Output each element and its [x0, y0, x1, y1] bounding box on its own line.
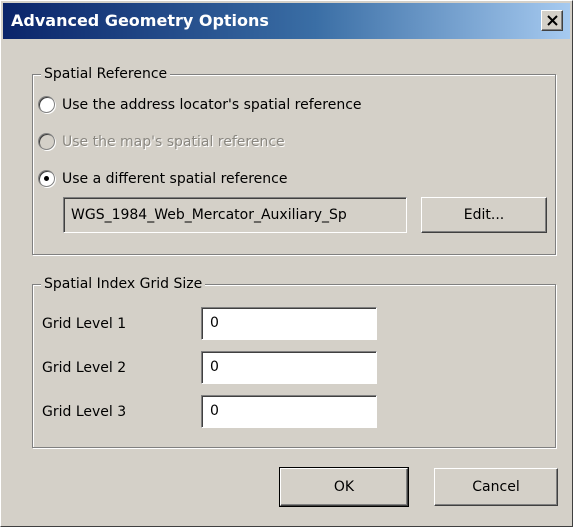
grid-level-1-input[interactable]: 0 [201, 307, 377, 340]
grid-level-3-input[interactable]: 0 [201, 395, 377, 428]
close-icon [547, 15, 558, 26]
cancel-button-label: Cancel [472, 479, 520, 495]
radio-button [38, 133, 55, 150]
grid-level-1-value: 0 [210, 315, 219, 331]
radio-label: Use the map's spatial reference [62, 134, 285, 150]
spatial-reference-value: WGS_1984_Web_Mercator_Auxiliary_Sp [71, 207, 347, 223]
edit-button[interactable]: Edit... [421, 197, 547, 233]
grid-size-group: Spatial Index Grid Size Grid Level 1 0 G… [32, 275, 556, 448]
grid-level-3-value: 0 [210, 403, 219, 419]
edit-button-label: Edit... [463, 207, 505, 223]
grid-level-2-input[interactable]: 0 [201, 351, 377, 384]
window-title: Advanced Geometry Options [11, 11, 269, 30]
grid-level-1-label: Grid Level 1 [42, 316, 127, 332]
ok-button-label: OK [333, 479, 355, 495]
title-bar[interactable]: Advanced Geometry Options [3, 3, 570, 39]
ok-button[interactable]: OK [279, 467, 409, 507]
grid-level-2-value: 0 [210, 359, 219, 375]
grid-level-2-label: Grid Level 2 [42, 360, 127, 376]
radio-label: Use a different spatial reference [62, 171, 288, 187]
grid-level-3-label: Grid Level 3 [42, 404, 127, 420]
advanced-geometry-options-dialog: Advanced Geometry Options Spatial Refere… [0, 0, 573, 527]
cancel-button[interactable]: Cancel [434, 468, 558, 506]
selected-dot [44, 176, 49, 181]
grid-size-legend: Spatial Index Grid Size [41, 275, 206, 293]
radio-label: Use the address locator's spatial refere… [62, 97, 362, 113]
radio-button-selected[interactable] [38, 170, 55, 187]
spatial-reference-group: Spatial Reference Use the address locato… [32, 65, 556, 255]
spatial-reference-legend: Spatial Reference [41, 65, 171, 83]
spatial-reference-field: WGS_1984_Web_Mercator_Auxiliary_Sp [63, 197, 407, 233]
radio-button[interactable] [38, 96, 55, 113]
close-button[interactable] [541, 10, 563, 31]
